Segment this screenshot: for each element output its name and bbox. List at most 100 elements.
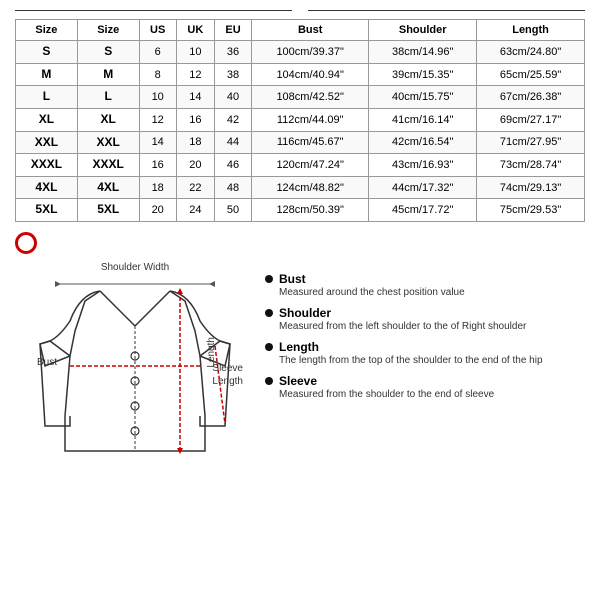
table-cell-5-0: XXXL <box>16 154 78 177</box>
table-cell-2-6: 40cm/15.75" <box>369 86 477 109</box>
table-row: 5XL5XL202450128cm/50.39"45cm/17.72"75cm/… <box>16 199 585 222</box>
table-cell-7-7: 75cm/29.53" <box>477 199 585 222</box>
table-cell-5-7: 73cm/28.74" <box>477 154 585 177</box>
table-cell-7-4: 50 <box>214 199 251 222</box>
table-cell-2-2: 10 <box>139 86 176 109</box>
table-row: XLXL121642112cm/44.09"41cm/16.14"69cm/27… <box>16 109 585 132</box>
table-cell-0-3: 10 <box>176 41 214 64</box>
measure-item-bust: BustMeasured around the chest position v… <box>265 272 585 300</box>
bullet-dot-icon <box>265 275 273 283</box>
table-cell-5-2: 16 <box>139 154 176 177</box>
col-header-size2: Size <box>77 20 139 41</box>
table-cell-1-3: 12 <box>176 63 214 86</box>
table-cell-5-5: 120cm/47.24" <box>252 154 369 177</box>
page: Size Size US UK EU Bust Shoulder Length … <box>0 0 600 600</box>
title-line-right <box>308 10 585 11</box>
measure-item-title-1: Shoulder <box>265 306 585 320</box>
table-cell-3-4: 42 <box>214 109 251 132</box>
measure-title-text-1: Shoulder <box>279 306 331 320</box>
length-label: Length <box>206 337 217 368</box>
table-cell-6-3: 22 <box>176 176 214 199</box>
jacket-svg-container: Shoulder Width <box>25 262 245 457</box>
table-cell-6-4: 48 <box>214 176 251 199</box>
col-header-shoulder: Shoulder <box>369 20 477 41</box>
table-body: SS61036100cm/39.37"38cm/14.96"63cm/24.80… <box>16 41 585 222</box>
table-cell-1-2: 8 <box>139 63 176 86</box>
table-cell-5-6: 43cm/16.93" <box>369 154 477 177</box>
measure-info: BustMeasured around the chest position v… <box>265 262 585 590</box>
table-cell-2-1: L <box>77 86 139 109</box>
table-cell-4-1: XXL <box>77 131 139 154</box>
table-row: LL101440108cm/42.52"40cm/15.75"67cm/26.3… <box>16 86 585 109</box>
table-cell-3-0: XL <box>16 109 78 132</box>
table-row: SS61036100cm/39.37"38cm/14.96"63cm/24.80… <box>16 41 585 64</box>
table-cell-5-1: XXXL <box>77 154 139 177</box>
col-header-length: Length <box>477 20 585 41</box>
table-cell-4-7: 71cm/27.95" <box>477 131 585 154</box>
measure-title-text-2: Length <box>279 340 319 354</box>
table-cell-1-4: 38 <box>214 63 251 86</box>
table-cell-4-6: 42cm/16.54" <box>369 131 477 154</box>
measure-desc-text-1: Measured from the left shoulder to the o… <box>279 320 585 334</box>
measure-title-text-0: Bust <box>279 272 306 286</box>
table-row: 4XL4XL182248124cm/48.82"44cm/17.32"74cm/… <box>16 176 585 199</box>
table-cell-0-2: 6 <box>139 41 176 64</box>
bullet-dot-icon <box>265 309 273 317</box>
table-cell-1-5: 104cm/40.94" <box>252 63 369 86</box>
table-cell-2-4: 40 <box>214 86 251 109</box>
col-header-eu: EU <box>214 20 251 41</box>
col-header-bust: Bust <box>252 20 369 41</box>
col-header-uk: UK <box>176 20 214 41</box>
table-header-row: Size Size US UK EU Bust Shoulder Length <box>16 20 585 41</box>
table-cell-6-5: 124cm/48.82" <box>252 176 369 199</box>
red-circle-icon <box>15 232 37 254</box>
table-cell-4-2: 14 <box>139 131 176 154</box>
table-cell-6-2: 18 <box>139 176 176 199</box>
shoulder-width-label: Shoulder Width <box>101 262 169 273</box>
table-cell-4-5: 116cm/45.67" <box>252 131 369 154</box>
table-cell-2-5: 108cm/42.52" <box>252 86 369 109</box>
jacket-illustration-area: Shoulder Width <box>15 262 255 590</box>
measure-desc-text-0: Measured around the chest position value <box>279 286 585 300</box>
table-cell-3-2: 12 <box>139 109 176 132</box>
table-cell-7-2: 20 <box>139 199 176 222</box>
col-header-us: US <box>139 20 176 41</box>
measure-desc-text-2: The length from the top of the shoulder … <box>279 354 585 368</box>
table-cell-3-3: 16 <box>176 109 214 132</box>
measure-item-sleeve: SleeveMeasured from the shoulder to the … <box>265 374 585 402</box>
bust-label: Bust <box>37 357 57 368</box>
table-cell-0-0: S <box>16 41 78 64</box>
size-table: Size Size US UK EU Bust Shoulder Length … <box>15 19 585 222</box>
table-cell-6-7: 74cm/29.13" <box>477 176 585 199</box>
measure-item-title-0: Bust <box>265 272 585 286</box>
table-cell-7-5: 128cm/50.39" <box>252 199 369 222</box>
table-cell-7-6: 45cm/17.72" <box>369 199 477 222</box>
table-cell-6-6: 44cm/17.32" <box>369 176 477 199</box>
table-cell-1-6: 39cm/15.35" <box>369 63 477 86</box>
table-cell-0-6: 38cm/14.96" <box>369 41 477 64</box>
table-cell-4-0: XXL <box>16 131 78 154</box>
table-cell-1-0: M <box>16 63 78 86</box>
table-cell-7-1: 5XL <box>77 199 139 222</box>
measure-item-title-3: Sleeve <box>265 374 585 388</box>
measure-section: Shoulder Width <box>15 262 585 590</box>
measure-item-length: LengthThe length from the top of the sho… <box>265 340 585 368</box>
col-header-size1: Size <box>16 20 78 41</box>
table-cell-0-1: S <box>77 41 139 64</box>
measure-item-title-2: Length <box>265 340 585 354</box>
table-row: MM81238104cm/40.94"39cm/15.35"65cm/25.59… <box>16 63 585 86</box>
table-cell-3-6: 41cm/16.14" <box>369 109 477 132</box>
table-cell-2-7: 67cm/26.38" <box>477 86 585 109</box>
how-to-title <box>15 232 585 254</box>
title-row <box>15 10 585 11</box>
table-cell-5-4: 46 <box>214 154 251 177</box>
table-cell-0-4: 36 <box>214 41 251 64</box>
table-row: XXXLXXXL162046120cm/47.24"43cm/16.93"73c… <box>16 154 585 177</box>
measure-item-shoulder: ShoulderMeasured from the left shoulder … <box>265 306 585 334</box>
table-cell-7-0: 5XL <box>16 199 78 222</box>
table-cell-4-3: 18 <box>176 131 214 154</box>
title-line-left <box>15 10 292 11</box>
table-row: XXLXXL141844116cm/45.67"42cm/16.54"71cm/… <box>16 131 585 154</box>
table-cell-6-0: 4XL <box>16 176 78 199</box>
bullet-dot-icon <box>265 343 273 351</box>
